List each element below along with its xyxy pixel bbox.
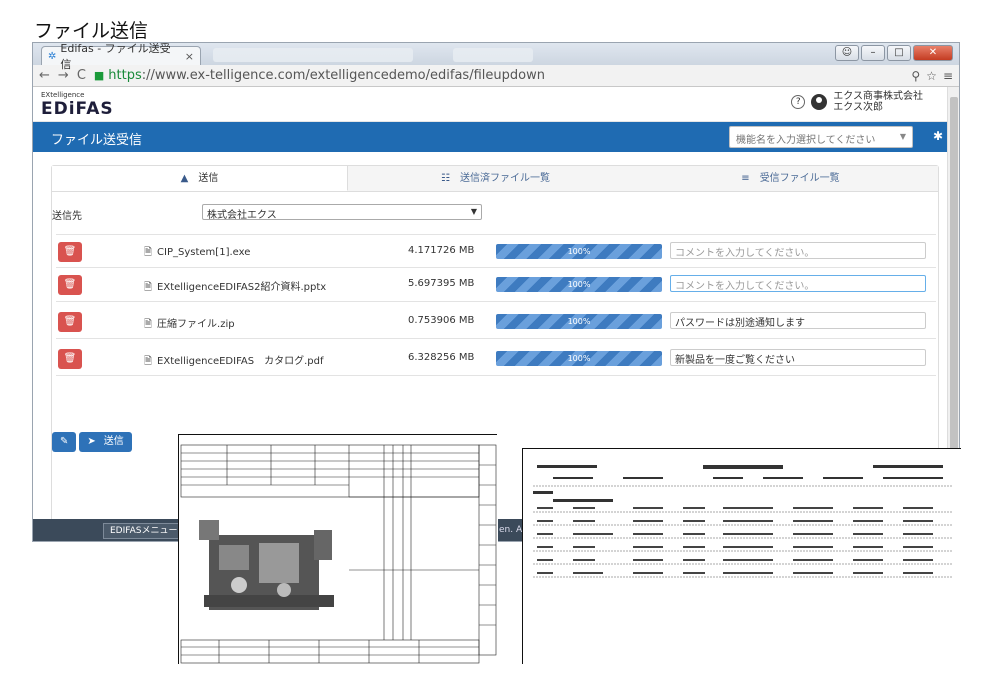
browser-tab[interactable]: ✲ Edifas - ファイル送受信 ×: [41, 43, 201, 71]
file-row: 🗑 🗎 EXtelligenceEDIFAS2紹介資料.pptx 5.697395…: [56, 268, 936, 302]
tab-received-files-label: 受信ファイル一覧: [759, 173, 840, 184]
send-button[interactable]: ➤ 送信: [79, 432, 132, 452]
delete-button[interactable]: 🗑: [58, 275, 82, 295]
destination-label: 送信先: [52, 211, 82, 222]
tab-sent-files[interactable]: ☷ 送信済ファイル一覧: [348, 166, 643, 191]
comment-input[interactable]: パスワードは別途通知します: [670, 312, 926, 329]
app-header: EXtelligence EDiFAS ? エクス商事株式会社 エクス次郎: [33, 87, 959, 122]
file-name: EXtelligenceEDIFAS2紹介資料.pptx: [157, 282, 327, 293]
file-name: CIP_System[1].exe: [157, 247, 251, 258]
engineering-drawing-image: [179, 435, 498, 665]
trash-icon: 🗑: [63, 353, 77, 364]
favicon-icon: ✲: [48, 50, 57, 62]
logo-text: EDiFAS: [41, 99, 114, 119]
window-close-icon[interactable]: ✕: [913, 45, 953, 61]
file-name: EXtelligenceEDIFAS カタログ.pdf: [157, 356, 324, 367]
file-size: 5.697395 MB: [408, 278, 475, 289]
tab-bar: ▲ 送信 ☷ 送信済ファイル一覧 ≡ 受信ファイル一覧: [52, 166, 938, 192]
file-size: 0.753906 MB: [408, 315, 475, 326]
page-title: ファイル送受信: [51, 133, 143, 148]
company-name: エクス商事株式会社: [833, 91, 923, 102]
delete-button[interactable]: 🗑: [58, 242, 82, 262]
tab-close-icon[interactable]: ×: [185, 50, 194, 63]
tab-send[interactable]: ▲ 送信: [52, 166, 348, 191]
edifas-logo[interactable]: EXtelligence EDiFAS: [41, 91, 114, 119]
zoom-icon[interactable]: ⚲: [911, 69, 920, 83]
profile-icon[interactable]: ☺: [835, 45, 859, 61]
function-select[interactable]: 機能名を入力選択してください ▼: [729, 126, 913, 148]
chevron-down-icon: ▼: [470, 207, 477, 216]
bars-icon: ≡: [741, 173, 750, 184]
file-row: 🗑 🗎 EXtelligenceEDIFAS カタログ.pdf 6.328256 …: [56, 342, 936, 376]
minimize-icon[interactable]: –: [861, 45, 885, 61]
menu-icon[interactable]: ≡: [943, 69, 953, 83]
delete-button[interactable]: 🗑: [58, 349, 82, 369]
delete-button[interactable]: 🗑: [58, 312, 82, 332]
logo-small-text: EXtelligence: [41, 91, 85, 99]
page-heading: ファイル送信: [34, 20, 149, 42]
report-document-thumbnail: [522, 448, 962, 665]
document-icon: 🗎: [144, 282, 153, 293]
gear-icon[interactable]: ✱: [933, 129, 943, 143]
comment-input[interactable]: コメントを入力してください。: [670, 275, 926, 292]
tab-send-label: 送信: [198, 173, 219, 184]
trash-icon: 🗑: [63, 279, 77, 290]
blurred-tab[interactable]: [453, 48, 533, 62]
send-button-label: 送信: [103, 436, 124, 447]
back-icon[interactable]: ←: [39, 68, 50, 83]
upload-progress: 100%: [496, 351, 662, 366]
document-icon: 🗎: [144, 247, 153, 258]
drawing-document-thumbnail: [178, 434, 498, 665]
url-path: ://www.ex-telligence.com/extelligencedem…: [141, 68, 545, 83]
browser-titlebar: ✲ Edifas - ファイル送受信 × ☺ – □ ✕: [33, 43, 959, 71]
avatar-icon[interactable]: [811, 94, 828, 110]
chevron-down-icon: ▼: [899, 132, 906, 141]
file-row: 🗑 🗎 CIP_System[1].exe 4.171726 MB 100% コメ…: [56, 234, 936, 268]
trash-icon: 🗑: [63, 316, 77, 327]
blurred-tab[interactable]: [213, 48, 413, 62]
function-select-placeholder: 機能名を入力選択してください: [736, 135, 876, 146]
list-icon: ☷: [441, 173, 450, 184]
upload-progress: 100%: [496, 314, 662, 329]
document-icon: 🗎: [144, 356, 153, 367]
paper-plane-icon: ▲: [180, 173, 189, 184]
window-controls: ☺ – □ ✕: [835, 45, 953, 61]
document-icon: 🗎: [144, 319, 153, 330]
nav-bar: ファイル送受信 機能名を入力選択してください ▼ ✱: [33, 122, 959, 152]
maximize-icon[interactable]: □: [887, 45, 911, 61]
file-name: 圧縮ファイル.zip: [157, 319, 235, 330]
file-size: 4.171726 MB: [408, 245, 475, 256]
star-icon[interactable]: ☆: [926, 69, 937, 83]
tab-received-files[interactable]: ≡ 受信ファイル一覧: [643, 166, 938, 191]
user-area: ? エクス商事株式会社 エクス次郎: [791, 91, 923, 113]
attach-button[interactable]: ✎: [52, 432, 77, 452]
paper-plane-icon: ➤: [87, 436, 96, 447]
action-buttons: ✎ ➤ 送信: [52, 432, 132, 452]
browser-tab-title: Edifas - ファイル送受信: [60, 42, 171, 71]
paperclip-icon: ✎: [60, 436, 69, 447]
file-row: 🗑 🗎 圧縮ファイル.zip 0.753906 MB 100% パスワードは別途通…: [56, 305, 936, 339]
scrollbar-thumb[interactable]: [950, 97, 958, 467]
trash-icon: 🗑: [63, 246, 77, 257]
upload-progress: 100%: [496, 277, 662, 292]
destination-select[interactable]: 株式会社エクス ▼: [202, 204, 482, 221]
url-field[interactable]: ■ https://www.ex-telligence.com/extellig…: [94, 68, 903, 83]
user-name: エクス次郎: [833, 102, 883, 113]
file-size: 6.328256 MB: [408, 352, 475, 363]
help-icon[interactable]: ?: [791, 95, 806, 109]
comment-input[interactable]: 新製品を一度ご覧ください: [670, 349, 926, 366]
report-table-image: [523, 449, 962, 665]
upload-progress: 100%: [496, 244, 662, 259]
comment-input[interactable]: コメントを入力してください。: [670, 242, 926, 259]
tab-sent-files-label: 送信済ファイル一覧: [459, 173, 550, 184]
destination-value: 株式会社エクス: [207, 210, 277, 221]
